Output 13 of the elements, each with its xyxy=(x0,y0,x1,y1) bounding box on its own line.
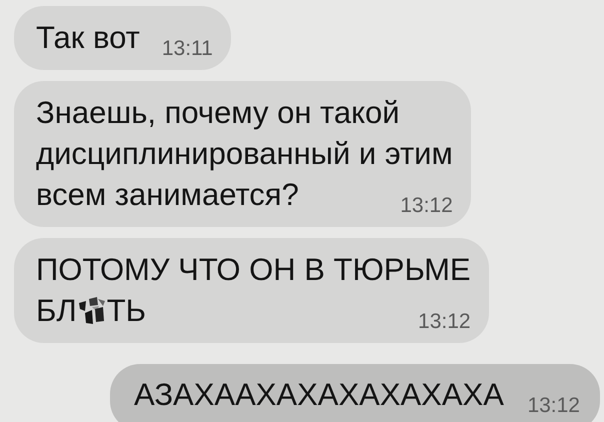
message-text: Так вот xyxy=(36,19,140,57)
message-time: 13:12 xyxy=(400,193,453,219)
message-text: всем занимается? xyxy=(36,176,299,214)
message-time: 13:12 xyxy=(418,309,471,335)
message-text: ПОТОМУ ЧТО ОН В ТЮРЬМЕ xyxy=(36,251,471,289)
message-text: БЛ xyxy=(36,292,77,330)
message-text: ТЬ xyxy=(106,292,146,330)
censor-icon xyxy=(76,296,107,324)
message-time: 13:12 xyxy=(527,393,580,419)
message-text: дисциплинированный и этим xyxy=(36,135,453,173)
message-text: Знаешь, почему он такой xyxy=(36,94,400,132)
message-time: 13:11 xyxy=(162,36,213,62)
message-text: АЗАХААХАХАХАХАХАХА xyxy=(134,376,504,414)
